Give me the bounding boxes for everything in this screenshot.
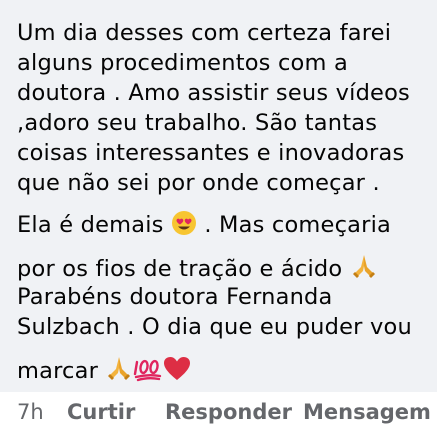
comment-line: Um dia desses com certeza farei (17, 20, 392, 46)
timestamp[interactable]: 7h (17, 400, 44, 424)
comment-line: Ela é demais . Mas começaria (17, 210, 432, 240)
red-heart-emoji-icon (163, 356, 191, 390)
comment-line: coisas interessantes e inovadoras (17, 140, 405, 166)
comment-text-segment: . Mas começaria (196, 212, 392, 238)
comment-line: ,adoro seu trabalho. São tantas (17, 110, 378, 136)
comment-actions: 7h Curtir Responder Mensagem (17, 400, 437, 436)
comment-line: por os fios de tração e ácido (17, 252, 432, 282)
comment-text-segment: Ela é demais (17, 212, 171, 238)
heart-eyes-emoji-icon (171, 210, 197, 244)
comment-text: Um dia desses com certeza farei alguns p… (17, 18, 432, 384)
comment-bubble: Um dia desses com certeza farei alguns p… (0, 0, 437, 392)
comment-line: marcar (17, 354, 432, 384)
comment-line: que não sei por onde começar . (17, 170, 380, 196)
reply-button[interactable]: Responder (165, 400, 292, 424)
comment-line: Sulzbach . O dia que eu puder vou (17, 314, 412, 340)
praying-hands-emoji-icon (350, 252, 378, 288)
praying-hands-emoji-icon (105, 354, 133, 390)
comment-text-segment: marcar (17, 358, 106, 384)
comment-line: alguns procedimentos com a (17, 50, 348, 76)
comment-text-segment: por os fios de tração e ácido (17, 256, 350, 282)
like-button[interactable]: Curtir (67, 400, 135, 424)
comment-line: doutora . Amo assistir seus vídeos (17, 80, 410, 106)
hundred-points-emoji-icon (133, 354, 163, 390)
message-button[interactable]: Mensagem (303, 400, 431, 424)
